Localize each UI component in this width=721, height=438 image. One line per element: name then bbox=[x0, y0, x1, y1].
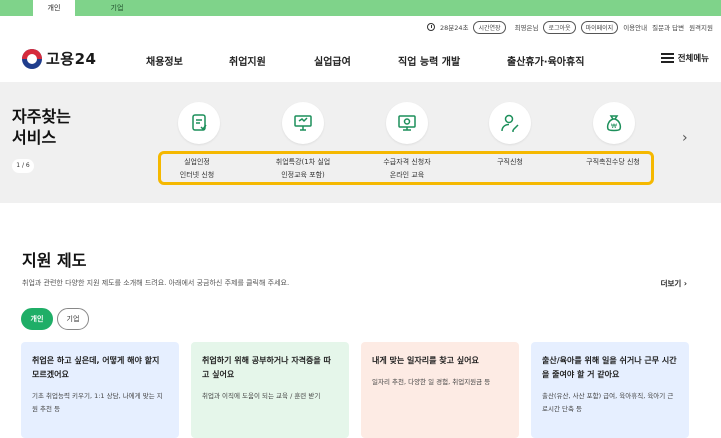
lecture-board-icon[interactable] bbox=[282, 102, 324, 144]
mypage-button[interactable]: 마이페이지 bbox=[580, 20, 619, 34]
government-emblem-icon bbox=[22, 48, 42, 69]
qna-link[interactable]: 질문과 답변 bbox=[652, 22, 684, 32]
card-title: 취업은 하고 싶은데, 어떻게 해야 할지 모르겠어요 bbox=[32, 356, 160, 379]
card-description: 기초 취업능력 키우기, 1:1 상담, 나에게 맞는 지원 추천 등 bbox=[32, 392, 163, 413]
service-employment-lecture[interactable]: 취업특강(1차 실업 인정교육 포함) bbox=[263, 156, 343, 182]
support-description: 취업과 관련한 다양한 지원 제도를 소개해 드려요. 아래에서 궁금하신 주제… bbox=[22, 279, 290, 287]
support-title: 지원 제도 bbox=[22, 251, 87, 270]
card-description: 취업과 이직에 도움이 되는 교육 / 훈련 받기 bbox=[202, 392, 321, 400]
utility-bar: 28분24초 시간연장 최영은님 로그아웃 마이페이지 이용안내 질문과 답변 … bbox=[426, 20, 713, 34]
all-menu-button[interactable]: 전체메뉴 bbox=[660, 52, 709, 64]
top-tab-bar: 개인 기업 bbox=[0, 0, 721, 16]
monitor-education-icon[interactable] bbox=[386, 102, 428, 144]
nav-maternity-leave[interactable]: 출산휴가·육아휴직 bbox=[507, 53, 584, 68]
card-description: 일자리 추천, 다양한 일 경험, 취업지원금 등 bbox=[372, 378, 491, 386]
clock-icon bbox=[426, 23, 435, 31]
service-unemployment-certification[interactable]: 실업인정 인터넷 신청 bbox=[166, 156, 228, 182]
svg-text:₩: ₩ bbox=[611, 123, 617, 130]
logout-button[interactable]: 로그아웃 bbox=[543, 20, 576, 34]
tab-personal[interactable]: 개인 bbox=[33, 0, 75, 16]
chip-personal[interactable]: 개인 bbox=[21, 308, 53, 330]
hamburger-icon bbox=[660, 53, 674, 63]
card-title: 취업하기 위해 공부하거나 자격증을 따고 싶어요 bbox=[202, 356, 331, 379]
guide-link[interactable]: 이용안내 bbox=[623, 22, 647, 32]
tab-business[interactable]: 기업 bbox=[96, 0, 138, 16]
logo-text: 고용24 bbox=[46, 50, 97, 68]
job-seeker-icon[interactable] bbox=[489, 102, 531, 144]
support-card[interactable]: 출산/육아를 위해 일을 쉬거나 근무 시간을 줄여야 할 거 같아요 출산(유… bbox=[531, 342, 689, 438]
main-header: 고용24 채용정보 취업지원 실업급여 직업 능력 개발 출산휴가·육아휴직 전… bbox=[0, 38, 721, 82]
allowance-bag-icon[interactable]: ₩ bbox=[593, 102, 635, 144]
support-card[interactable]: 내게 맞는 일자리를 찾고 싶어요 일자리 추천, 다양한 일 경험, 취업지원… bbox=[361, 342, 519, 438]
session-timer: 28분24초 bbox=[439, 24, 469, 32]
certificate-form-icon[interactable] bbox=[178, 102, 220, 144]
frequent-services-title: 자주찾는 서비스 bbox=[12, 107, 71, 147]
next-arrow-icon[interactable]: › bbox=[682, 130, 688, 146]
nav-unemployment-benefit[interactable]: 실업급여 bbox=[314, 53, 351, 68]
chip-business[interactable]: 기업 bbox=[57, 308, 89, 330]
more-link[interactable]: 더보기 › bbox=[661, 278, 687, 289]
service-job-promotion-allowance[interactable]: 구직촉진수당 신청 bbox=[573, 156, 653, 169]
support-card[interactable]: 취업은 하고 싶은데, 어떻게 해야 할지 모르겠어요 기초 취업능력 키우기,… bbox=[21, 342, 179, 438]
card-title: 내게 맞는 일자리를 찾고 싶어요 bbox=[372, 356, 479, 365]
logo[interactable]: 고용24 bbox=[22, 48, 96, 69]
page-indicator: 1 / 6 bbox=[12, 159, 34, 173]
card-title: 출산/육아를 위해 일을 쉬거나 근무 시간을 줄여야 할 거 같아요 bbox=[542, 356, 677, 379]
nav-employment-support[interactable]: 취업지원 bbox=[229, 53, 266, 68]
card-description: 출산(유산, 사산 포함) 급여, 육아휴직, 육아기 근로시간 단축 등 bbox=[542, 392, 674, 413]
service-online-education[interactable]: 수급자격 신청자 온라인 교육 bbox=[372, 156, 442, 182]
frequent-services: 자주찾는 서비스 1 / 6 ₩ 실업인정 인터넷 신청 취업특강(1차 실업 … bbox=[0, 82, 721, 203]
support-card[interactable]: 취업하기 위해 공부하거나 자격증을 따고 싶어요 취업과 이직에 도움이 되는… bbox=[191, 342, 349, 438]
remote-support-link[interactable]: 원격지원 bbox=[689, 22, 713, 32]
extend-time-button[interactable]: 시간연장 bbox=[473, 20, 506, 34]
user-name: 최영은님 bbox=[514, 24, 539, 32]
nav-jobs[interactable]: 채용정보 bbox=[146, 53, 183, 68]
nav-vocational-training[interactable]: 직업 능력 개발 bbox=[398, 53, 460, 68]
service-job-application[interactable]: 구직신청 bbox=[480, 156, 540, 169]
all-menu-label: 전체메뉴 bbox=[677, 54, 709, 64]
